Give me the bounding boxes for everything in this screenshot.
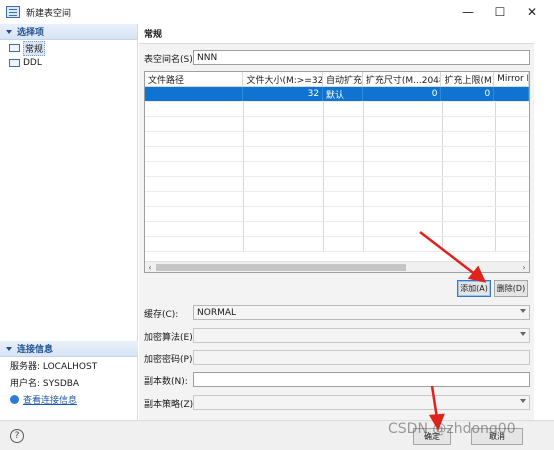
table-icon	[9, 44, 20, 52]
title-bar: 新建表空间 — ☐ ✕	[0, 0, 554, 24]
enc-algo-label: 加密算法(E):	[144, 332, 196, 343]
enc-password-input[interactable]	[193, 350, 530, 365]
table-row-empty	[145, 192, 529, 207]
user-info: 用户名: SYSDBA	[10, 379, 80, 389]
cell-extend-limit[interactable]: 0	[441, 87, 495, 101]
table-row-empty	[145, 237, 529, 252]
table-row-empty	[145, 207, 529, 222]
window-app-icon	[6, 6, 20, 18]
chevron-down-icon	[520, 309, 526, 313]
watermark-text: CSDN @zhdong00	[388, 421, 516, 437]
cache-select[interactable]: NORMAL	[193, 305, 530, 320]
name-label: 表空间名(S):	[144, 54, 196, 65]
col-header-size[interactable]: 文件大小(M:>=32)	[243, 72, 324, 86]
nav-item-ddl[interactable]: DDL	[0, 56, 137, 70]
ddl-icon	[9, 59, 20, 67]
view-connection-link-label: 查看连接信息	[23, 396, 78, 406]
scroll-right-icon[interactable]: ›	[519, 263, 529, 272]
cell-size[interactable]: 32	[243, 87, 324, 101]
cell-extend-size[interactable]: 0	[363, 87, 442, 101]
minimize-button[interactable]: —	[452, 0, 484, 24]
name-row: 表空间名(S):	[144, 50, 196, 66]
left-panel: 选择项 常规 DDL 连接信息 服务器: LOCALHOST 用户名: SYSD…	[0, 24, 138, 420]
table-header: 文件路径 文件大小(M:>=32) 自动扩充 扩充尺寸(M...2048) 扩充…	[145, 72, 529, 87]
table-row-empty	[145, 177, 529, 192]
table-row-empty	[145, 102, 529, 117]
collapse-triangle-icon	[6, 346, 12, 351]
connection-info-section: 连接信息 服务器: LOCALHOST 用户名: SYSDBA 查看连接信息	[0, 341, 138, 408]
server-info: 服务器: LOCALHOST	[10, 362, 98, 372]
view-connection-link[interactable]: 查看连接信息	[0, 391, 138, 408]
delete-button[interactable]: 删除(D)	[494, 280, 528, 297]
horizontal-scrollbar[interactable]: ‹ ›	[145, 261, 529, 272]
general-panel: 常规 表空间名(S): NNN 文件路径 文件大小(M:>=32) 自动扩充 扩…	[139, 24, 534, 420]
table-row-empty	[145, 147, 529, 162]
col-header-extend-limit[interactable]: 扩充上限(M)	[441, 72, 495, 86]
replica-label: 副本数(N):	[144, 376, 188, 387]
enc-pwd-label: 加密密码(P):	[144, 354, 196, 365]
chevron-down-icon	[520, 399, 526, 403]
enc-pwd-row: 加密密码(P):	[144, 350, 196, 366]
replica-row: 副本数(N):	[144, 372, 192, 388]
cache-label: 缓存(C):	[144, 309, 179, 320]
connection-section-title: 连接信息	[17, 345, 54, 355]
help-icon[interactable]: ?	[10, 429, 24, 443]
replica-policy-row: 副本策略(Z):	[144, 395, 197, 411]
datafile-table: 文件路径 文件大小(M:>=32) 自动扩充 扩充尺寸(M...2048) 扩充…	[144, 71, 530, 273]
replica-policy-select[interactable]	[193, 395, 530, 410]
close-button[interactable]: ✕	[516, 0, 548, 24]
table-row-empty	[145, 162, 529, 177]
cache-row: 缓存(C):	[144, 305, 192, 321]
table-row-empty	[145, 132, 529, 147]
cell-path[interactable]	[145, 87, 244, 101]
options-section-header[interactable]: 选择项	[0, 24, 137, 40]
replica-count-input[interactable]	[193, 372, 530, 387]
scrollbar-thumb[interactable]	[156, 264, 406, 271]
table-row-empty	[145, 117, 529, 132]
add-button[interactable]: 添加(A)	[457, 280, 491, 297]
col-header-mirror[interactable]: Mirror P	[494, 72, 529, 86]
table-row-empty	[145, 222, 529, 237]
cache-select-value: NORMAL	[197, 307, 237, 318]
cell-autoextend[interactable]: 默认	[323, 87, 363, 101]
chevron-down-icon	[520, 332, 526, 336]
col-header-extend-size[interactable]: 扩充尺寸(M...2048)	[363, 72, 442, 86]
connection-icon	[10, 395, 19, 404]
nav-item-ddl-label: DDL	[23, 58, 42, 68]
enc-algo-select[interactable]	[193, 328, 530, 343]
window-title: 新建表空间	[26, 8, 72, 19]
cell-mirror[interactable]	[494, 87, 529, 101]
connection-section-header[interactable]: 连接信息	[0, 341, 138, 357]
scroll-left-icon[interactable]: ‹	[145, 263, 155, 272]
maximize-button[interactable]: ☐	[484, 0, 516, 24]
replica-policy-label: 副本策略(Z):	[144, 399, 197, 410]
nav-item-general[interactable]: 常规	[0, 40, 137, 56]
tablespace-name-input[interactable]: NNN	[193, 50, 530, 65]
collapse-triangle-icon	[6, 29, 12, 34]
options-section-title: 选择项	[17, 28, 45, 38]
enc-algo-row: 加密算法(E):	[144, 328, 196, 344]
col-header-autoextend[interactable]: 自动扩充	[323, 72, 363, 86]
nav-item-general-label: 常规	[23, 40, 46, 56]
panel-title: 常规	[139, 24, 534, 44]
table-row[interactable]: 32 默认 0 0	[145, 87, 529, 102]
col-header-path[interactable]: 文件路径	[145, 72, 244, 86]
